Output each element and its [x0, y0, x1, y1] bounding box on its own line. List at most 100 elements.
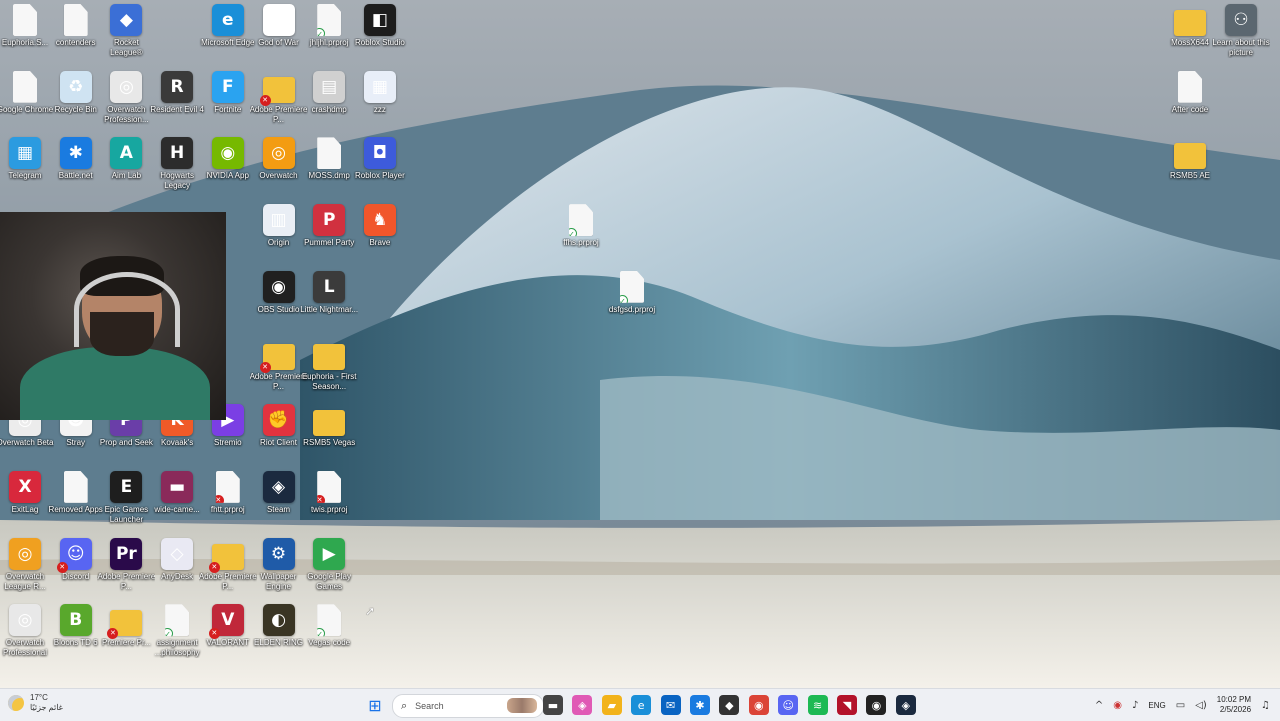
desktop-icon[interactable]: R Resident Evil 4	[150, 70, 204, 137]
microphone-icon[interactable]: ♪	[1132, 700, 1138, 711]
obs-icon[interactable]: ◉	[866, 695, 887, 715]
desktop-icon[interactable]: Euphoria - First Season...	[302, 338, 357, 404]
app-icon: ⚙	[262, 537, 295, 570]
weather-widget[interactable]: 17°C غائم جزئيًا	[8, 693, 63, 713]
desktop-icon[interactable]: ⚙ Wallpaper Engine	[254, 537, 304, 604]
desktop-icon[interactable]: After code	[1165, 70, 1215, 137]
desktop-icon-label: fhtt.prproj	[210, 504, 245, 514]
steam-icon[interactable]: ◈	[895, 695, 916, 715]
epic-icon[interactable]: ◆	[719, 695, 740, 715]
spotify-icon[interactable]: ≋	[807, 695, 828, 715]
desktop-icon[interactable]: ▥ Origin	[254, 204, 304, 270]
file-icon[interactable]: ▬	[543, 695, 563, 715]
notification-bell-icon[interactable]: ♫	[1261, 700, 1270, 711]
game-icon[interactable]: ◥	[837, 695, 857, 715]
desktop-icon[interactable]: Premiere Pr...	[101, 604, 151, 670]
desktop-icon-label: MossX644	[1171, 38, 1209, 47]
desktop-icon[interactable]: Google Chrome	[0, 70, 53, 137]
desktop-icon[interactable]: MossX644	[1165, 4, 1215, 70]
outlook-icon[interactable]: ✉	[660, 695, 681, 715]
desktop-icon[interactable]: Ω God of War	[254, 4, 304, 70]
volume-icon[interactable]: ◁)	[1195, 700, 1207, 711]
network-icon[interactable]: ▭	[1176, 700, 1185, 711]
desktop-icon[interactable]: ◇ AnyDesk	[152, 537, 202, 604]
desktop-icon[interactable]: Adobe Premiere P...	[250, 71, 307, 137]
desktop-icon[interactable]: VVALORANT	[203, 604, 253, 670]
desktop-icon-label: RSMB5 Vegas	[303, 438, 356, 448]
desktop-icon-label: dsfgsd.prproj	[608, 304, 656, 314]
desktop-icon[interactable]: ▬ wide-came...	[152, 470, 202, 537]
desktop-icon[interactable]: ◆ Rocket League®	[101, 4, 151, 70]
desktop-icon[interactable]: ◎ Overwatch League R...	[0, 537, 50, 604]
desktop-icon[interactable]: ◘ Roblox Player	[355, 137, 405, 203]
copilot-icon[interactable]: ◈	[572, 695, 593, 715]
desktop-icon[interactable]: Vegas code	[304, 604, 354, 670]
file-explorer-icon[interactable]: ▰	[601, 695, 622, 715]
document-icon	[165, 604, 190, 637]
desktop-icon[interactable]: L Little Nightmar...	[300, 270, 358, 337]
desktop-icon[interactable]: F Fortnite	[203, 70, 253, 137]
desktop-icon[interactable]: Adobe Premiere P...	[199, 538, 257, 604]
desktop-icon[interactable]: P Pummel Party	[304, 204, 354, 270]
desktop-icon[interactable]: ffhs.prproj	[556, 204, 606, 270]
app-icon: ▦	[9, 137, 41, 170]
discord-icon[interactable]: ☺	[778, 695, 799, 715]
desktop-icon[interactable]: ▤ crashdmp	[304, 70, 354, 137]
desktop-icon[interactable]: fhtt.prproj	[203, 470, 253, 537]
battlenet-icon[interactable]: ✱	[690, 695, 710, 715]
desktop-icon-label: Adobe Premiere P...	[97, 571, 156, 591]
search-box[interactable]: ⌕ Search	[392, 694, 544, 718]
desktop-icon[interactable]: ◈ Steam	[254, 470, 304, 537]
desktop-icon[interactable]: e Microsoft Edge	[201, 4, 254, 70]
desktop-icon[interactable]: Adobe Premiere P...	[250, 338, 307, 404]
desktop-icon[interactable]: ◎ Overwatch	[254, 137, 304, 203]
desktop-icon[interactable]: ▦ Telegram	[0, 137, 50, 203]
desktop-icon[interactable]: ◉ NVIDIA App	[203, 137, 253, 203]
desktop-icon[interactable]: ◧ Roblox Studio	[355, 4, 405, 70]
app-icon: L	[313, 270, 346, 303]
desktop-icon-label: Little Nightmar...	[300, 304, 359, 314]
chrome-icon[interactable]: ◉	[748, 695, 769, 715]
desktop-icon-label: Removed Apps	[48, 504, 103, 514]
desktop-icon[interactable]: ✊ Riot Client	[254, 404, 304, 470]
desktop-icon[interactable]: twis.prproj	[304, 470, 354, 537]
desktop-icon[interactable]: RSMB5 Vegas	[303, 404, 355, 470]
tray-overflow-chevron-icon[interactable]: ^	[1095, 700, 1103, 711]
desktop-icon[interactable]: Euphoria.S...	[0, 4, 50, 70]
desktop-icon[interactable]: RSMB5 AE	[1165, 137, 1215, 203]
desktop-icon[interactable]: H Hogwarts Legacy	[152, 137, 202, 203]
desktop-icon[interactable]: ▦ zzz	[355, 70, 405, 137]
desktop-icon[interactable]: assignment ...philosophy	[152, 604, 202, 670]
desktop-icon[interactable]: ▶ Google Play Games	[304, 537, 354, 604]
headset-icon	[74, 272, 180, 347]
desktop-icon[interactable]: ⚇ Learn about this picture	[1212, 4, 1270, 70]
desktop-icon-label: Origin	[267, 238, 290, 248]
desktop-icon[interactable]: ◎ Overwatch Profession...	[101, 70, 151, 137]
app-icon: ⚇	[1225, 4, 1257, 36]
desktop-icon[interactable]: MOSS.dmp	[304, 137, 354, 203]
desktop-icon[interactable]: ◎ Overwatch Professional	[0, 604, 50, 670]
desktop-icon[interactable]: ♞ Brave	[355, 204, 405, 270]
desktop-icon[interactable]: B Bloons TD 6	[51, 604, 101, 670]
desktop-icon[interactable]: E Epic Games Launcher	[101, 470, 151, 537]
desktop-icon[interactable]: ◉ OBS Studio	[254, 270, 304, 337]
language-indicator[interactable]: ENG	[1148, 701, 1165, 710]
desktop-icon[interactable]: Pr Adobe Premiere P...	[97, 537, 155, 604]
desktop-icon[interactable]: ◐ ELDEN RING	[254, 604, 304, 670]
edge-icon[interactable]: e	[631, 695, 652, 715]
desktop-icon[interactable]: dsfgsd.prproj	[607, 270, 657, 337]
desktop-icon[interactable]: ♻ Recycle Bin	[51, 70, 101, 137]
desktop-icon[interactable]: jhljhl.prproj	[304, 4, 354, 70]
desktop-icon[interactable]: X ExitLag	[0, 470, 50, 537]
desktop-icon[interactable]: ✱ Battle.net	[51, 137, 101, 203]
tray-app-icon[interactable]: ◉	[1113, 700, 1122, 711]
start-button[interactable]: ⊞	[365, 695, 385, 715]
desktop-icon-label: Recycle Bin	[54, 104, 97, 114]
clock-date: 2/5/2026	[1219, 705, 1252, 714]
desktop-icon[interactable]: Removed Apps	[49, 470, 103, 537]
document-icon	[620, 270, 644, 303]
desktop-icon[interactable]: A Aim Lab	[101, 137, 151, 203]
desktop-icon[interactable]: ☺Discord	[51, 537, 101, 604]
clock[interactable]: 10:02 PM 2/5/2026	[1217, 695, 1251, 715]
desktop-icon[interactable]: contenders	[51, 4, 101, 70]
